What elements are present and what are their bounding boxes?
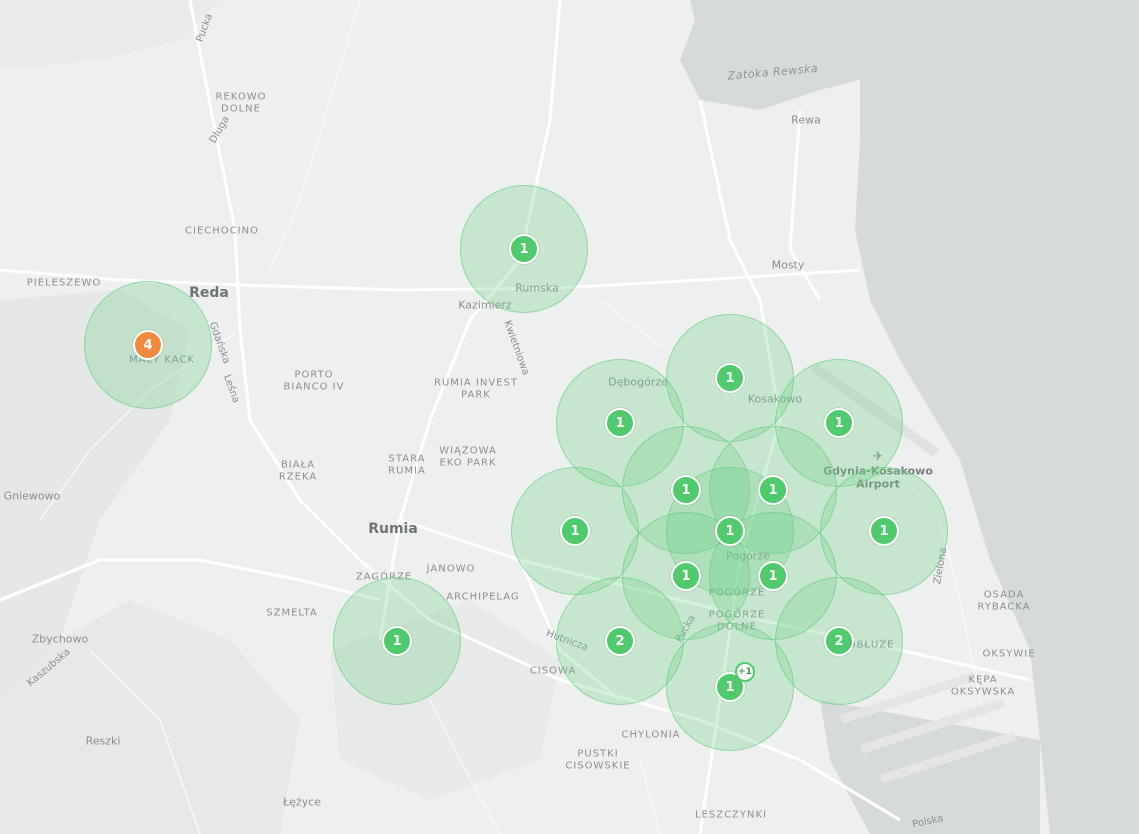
cluster-marker[interactable]: 1 <box>824 408 854 438</box>
district-label: PIELESZEWO <box>26 277 102 289</box>
district-label: OKSYWIE <box>982 648 1036 660</box>
cluster-marker[interactable]: 1 <box>869 516 899 546</box>
place-label: Łężyce <box>282 795 322 809</box>
cluster-marker[interactable]: 1 <box>605 408 635 438</box>
district-label: CIECHOCINO <box>185 225 259 237</box>
cluster-marker[interactable]: 1 <box>509 234 539 264</box>
cluster-marker[interactable]: 2 <box>605 626 635 656</box>
cluster-marker[interactable]: 2 <box>824 626 854 656</box>
cluster-marker[interactable]: 1 <box>758 561 788 591</box>
district-label: BIAŁA RZEKA <box>278 459 318 483</box>
place-label: Gniewowo <box>3 489 61 503</box>
place-label: Mosty <box>771 258 805 272</box>
cluster-marker[interactable]: 1 <box>382 626 412 656</box>
map-canvas[interactable]: Zatoka Rewska Reda Rumia Rewa Mosty Rumska Kaz… <box>0 0 1139 834</box>
district-label: CHYLONIA <box>621 729 681 741</box>
district-label: RUMIA INVEST PARK <box>434 377 518 401</box>
district-label: WIĄZOWA EKO PARK <box>439 445 497 469</box>
cluster-marker[interactable]: 4 <box>133 330 163 360</box>
district-label: OSADA RYBACKA <box>977 589 1031 613</box>
district-label: LESZCZYNKI <box>694 809 768 821</box>
extra-count-badge[interactable]: +1 <box>735 662 755 682</box>
district-label: REKOWO DOLNE <box>215 91 267 115</box>
district-label: PORTO BIANCO IV <box>283 369 345 393</box>
district-label: JANOWO <box>426 563 476 575</box>
cluster-marker[interactable]: 1 <box>671 561 701 591</box>
cluster-marker[interactable]: 1 <box>715 516 745 546</box>
place-label: Zbychowo <box>31 632 89 646</box>
district-label: KĘPA OKSYWSKA <box>950 674 1016 698</box>
district-label: ARCHIPELAG <box>446 591 520 603</box>
cluster-marker[interactable]: 1 <box>560 516 590 546</box>
cluster-marker[interactable]: 1 <box>671 475 701 505</box>
district-label: PUSTKI CISOWSKIE <box>565 748 631 772</box>
cluster-marker[interactable]: 1 <box>715 363 745 393</box>
town-label: Rumia <box>368 520 418 537</box>
cluster-marker[interactable]: 1 <box>758 475 788 505</box>
town-label: Reda <box>189 284 229 301</box>
district-label: STARA RUMIA <box>388 453 426 477</box>
district-label: SZMELTA <box>266 607 318 619</box>
place-label: Reszki <box>85 734 121 748</box>
place-label: Rewa <box>791 113 821 127</box>
